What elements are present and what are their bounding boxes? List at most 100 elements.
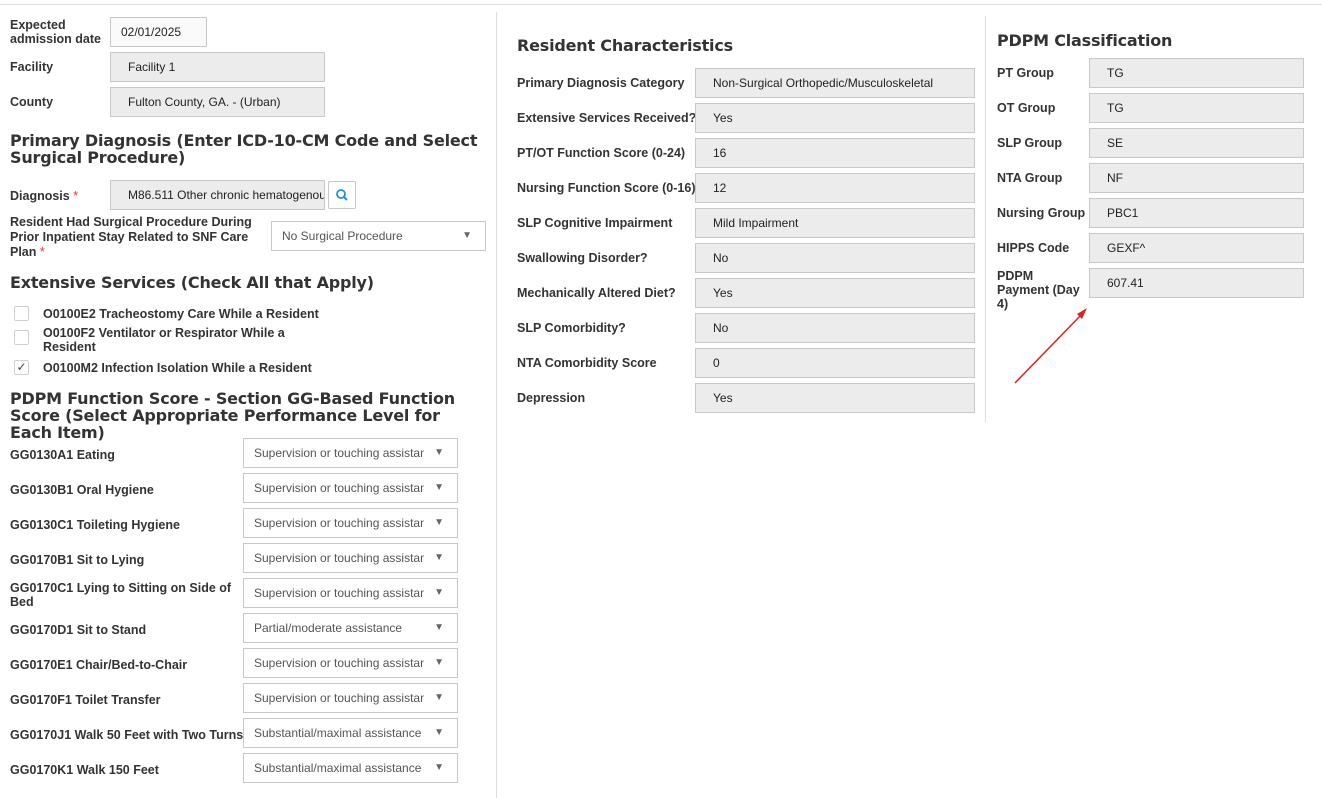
classification-value: TG — [1089, 58, 1304, 88]
column-divider-left — [496, 12, 497, 798]
county-label: County — [10, 95, 54, 109]
column-divider-right — [985, 16, 986, 422]
classification-label: OT Group — [997, 101, 1056, 115]
function-label-toilet-transfer: GG0170F1 Toilet Transfer — [10, 693, 161, 707]
classification-value: TG — [1089, 93, 1304, 123]
function-select-walk-50-feet[interactable]: Substantial/maximal assistance ▼ — [243, 718, 458, 748]
function-label-walk-150-feet: GG0170K1 Walk 150 Feet — [10, 763, 159, 777]
function-select-eating[interactable]: Supervision or touching assistance ▼ — [243, 438, 458, 468]
diagnosis-field[interactable]: M86.511 Other chronic hematogenous osteo… — [110, 180, 325, 210]
characteristic-label: NTA Comorbidity Score — [517, 356, 657, 370]
diagnosis-search-button[interactable] — [328, 181, 356, 209]
annotation-arrow — [1014, 308, 1087, 384]
characteristic-value: Non-Surgical Orthopedic/Musculoskeletal — [695, 68, 975, 98]
function-score-heading: PDPM Function Score - Section GG-Based F… — [10, 389, 455, 442]
primary-diagnosis-heading: Primary Diagnosis (Enter ICD-10-CM Code … — [10, 131, 478, 167]
function-select-value: Supervision or touching assistance — [254, 586, 424, 600]
chevron-down-icon: ▼ — [434, 447, 444, 458]
function-label-eating: GG0130A1 Eating — [10, 448, 115, 462]
expected-admission-date-field[interactable]: 02/01/2025 — [110, 17, 207, 47]
function-label-oral-hygiene: GG0130B1 Oral Hygiene — [10, 483, 154, 497]
function-select-value: Supervision or touching assistance — [254, 446, 424, 460]
characteristic-value: No — [695, 243, 975, 273]
function-select-oral-hygiene[interactable]: Supervision or touching assistance ▼ — [243, 473, 458, 503]
function-select-chair-bed-to-chair[interactable]: Supervision or touching assistance ▼ — [243, 648, 458, 678]
characteristic-value: 0 — [695, 348, 975, 378]
classification-value: PBC1 — [1089, 198, 1304, 228]
characteristic-label: Swallowing Disorder? — [517, 251, 648, 265]
diagnosis-label: Diagnosis * — [10, 189, 78, 203]
classification-value: SE — [1089, 128, 1304, 158]
function-select-sit-to-stand[interactable]: Partial/moderate assistance ▼ — [243, 613, 458, 643]
function-select-value: Substantial/maximal assistance — [254, 726, 422, 740]
classification-label: SLP Group — [997, 136, 1063, 150]
function-label-lying-to-sitting: GG0170C1 Lying to Sitting on Side of Bed — [10, 581, 232, 609]
characteristic-label: Primary Diagnosis Category — [517, 76, 685, 90]
checkmark-icon: ✓ — [16, 360, 27, 374]
classification-label: NTA Group — [997, 171, 1063, 185]
classification-label: HIPPS Code — [997, 241, 1070, 255]
chevron-down-icon: ▼ — [434, 622, 444, 633]
surgical-procedure-select[interactable]: No Surgical Procedure ▼ — [271, 221, 486, 251]
surgical-procedure-label: Resident Had Surgical Procedure During P… — [10, 215, 255, 260]
checkbox-label-infection-isolation: O0100M2 Infection Isolation While a Resi… — [43, 361, 312, 375]
surgical-procedure-label-text: Resident Had Surgical Procedure During P… — [10, 215, 252, 259]
chevron-down-icon: ▼ — [434, 727, 444, 738]
chevron-down-icon: ▼ — [434, 552, 444, 563]
chevron-down-icon: ▼ — [462, 230, 472, 241]
checkbox-ventilator[interactable] — [14, 330, 29, 345]
pdpm-classification-heading: PDPM Classification — [997, 31, 1173, 50]
function-select-lying-to-sitting[interactable]: Supervision or touching assistance ▼ — [243, 578, 458, 608]
chevron-down-icon: ▼ — [434, 517, 444, 528]
required-star: * — [73, 189, 79, 203]
classification-label: Nursing Group — [997, 206, 1086, 220]
function-select-value: Supervision or touching assistance — [254, 656, 424, 670]
function-label-chair-bed-to-chair: GG0170E1 Chair/Bed-to-Chair — [10, 658, 188, 672]
top-divider — [0, 4, 1322, 5]
chevron-down-icon: ▼ — [434, 657, 444, 668]
classification-value: NF — [1089, 163, 1304, 193]
checkbox-label-ventilator: O0100F2 Ventilator or Respirator While a… — [43, 326, 285, 354]
facility-field[interactable]: Facility 1 — [110, 52, 325, 82]
characteristic-value: 16 — [695, 138, 975, 168]
expected-admission-label: Expected admission date — [10, 18, 101, 46]
chevron-down-icon: ▼ — [434, 587, 444, 598]
checkbox-tracheostomy[interactable] — [14, 306, 29, 321]
function-select-value: Supervision or touching assistance — [254, 516, 424, 530]
characteristic-value: Mild Impairment — [695, 208, 975, 238]
chevron-down-icon: ▼ — [434, 692, 444, 703]
function-label-sit-to-stand: GG0170D1 Sit to Stand — [10, 623, 147, 637]
characteristic-label: SLP Cognitive Impairment — [517, 216, 673, 230]
extensive-services-heading: Extensive Services (Check All that Apply… — [10, 273, 374, 292]
surgical-procedure-select-value: No Surgical Procedure — [282, 229, 403, 243]
function-label-walk-50-feet: GG0170J1 Walk 50 Feet with Two Turns — [10, 728, 244, 742]
characteristic-label: Mechanically Altered Diet? — [517, 286, 676, 300]
function-select-value: Supervision or touching assistance — [254, 481, 424, 495]
checkbox-label-tracheostomy: O0100E2 Tracheostomy Care While a Reside… — [43, 307, 319, 321]
characteristic-value: 12 — [695, 173, 975, 203]
search-icon — [336, 189, 348, 201]
characteristic-label: Depression — [517, 391, 586, 405]
chevron-down-icon: ▼ — [434, 762, 444, 773]
checkbox-infection-isolation[interactable]: ✓ — [14, 360, 29, 375]
characteristic-value: No — [695, 313, 975, 343]
required-star: * — [39, 245, 45, 259]
function-label-sit-to-lying: GG0170B1 Sit to Lying — [10, 553, 145, 567]
characteristic-label: Extensive Services Received? — [517, 111, 697, 125]
classification-label: PT Group — [997, 66, 1054, 80]
chevron-down-icon: ▼ — [434, 482, 444, 493]
function-select-value: Substantial/maximal assistance — [254, 761, 422, 775]
county-field[interactable]: Fulton County, GA. - (Urban) — [110, 87, 325, 117]
function-select-sit-to-lying[interactable]: Supervision or touching assistance ▼ — [243, 543, 458, 573]
function-select-walk-150-feet[interactable]: Substantial/maximal assistance ▼ — [243, 753, 458, 783]
characteristic-label: PT/OT Function Score (0-24) — [517, 146, 686, 160]
function-select-value: Supervision or touching assistance — [254, 691, 424, 705]
resident-characteristics-heading: Resident Characteristics — [517, 36, 733, 55]
characteristic-value: Yes — [695, 383, 975, 413]
characteristic-label: SLP Comorbidity? — [517, 321, 626, 335]
facility-label: Facility — [10, 60, 54, 74]
function-label-toileting-hygiene: GG0130C1 Toileting Hygiene — [10, 518, 180, 532]
function-select-toileting-hygiene[interactable]: Supervision or touching assistance ▼ — [243, 508, 458, 538]
characteristic-label: Nursing Function Score (0-16) — [517, 181, 696, 195]
function-select-toilet-transfer[interactable]: Supervision or touching assistance ▼ — [243, 683, 458, 713]
